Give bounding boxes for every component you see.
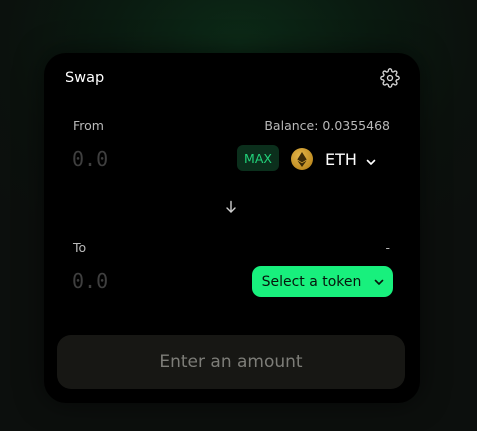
from-token-select[interactable]: ETH (291, 145, 377, 173)
from-token-name: ETH (325, 149, 357, 169)
to-label: To (73, 240, 87, 255)
gear-icon[interactable] (380, 68, 400, 88)
select-token-label: Select a token (261, 273, 362, 290)
to-balance: - (385, 240, 390, 255)
from-amount-input[interactable] (72, 147, 192, 171)
from-label: From (73, 118, 104, 133)
select-token-button[interactable]: Select a token (252, 266, 393, 297)
chevron-down-icon (365, 153, 377, 165)
eth-icon (291, 148, 313, 170)
arrow-down-icon[interactable] (225, 199, 237, 213)
enter-amount-button[interactable]: Enter an amount (57, 335, 405, 389)
from-balance: Balance: 0.0355468 (264, 118, 390, 133)
chevron-down-icon (373, 276, 385, 288)
swap-card: Swap From Balance: 0.0355468 MAX ETH (44, 53, 420, 403)
to-amount-input[interactable] (72, 269, 192, 293)
max-button[interactable]: MAX (237, 145, 279, 171)
swap-title: Swap (65, 70, 105, 86)
